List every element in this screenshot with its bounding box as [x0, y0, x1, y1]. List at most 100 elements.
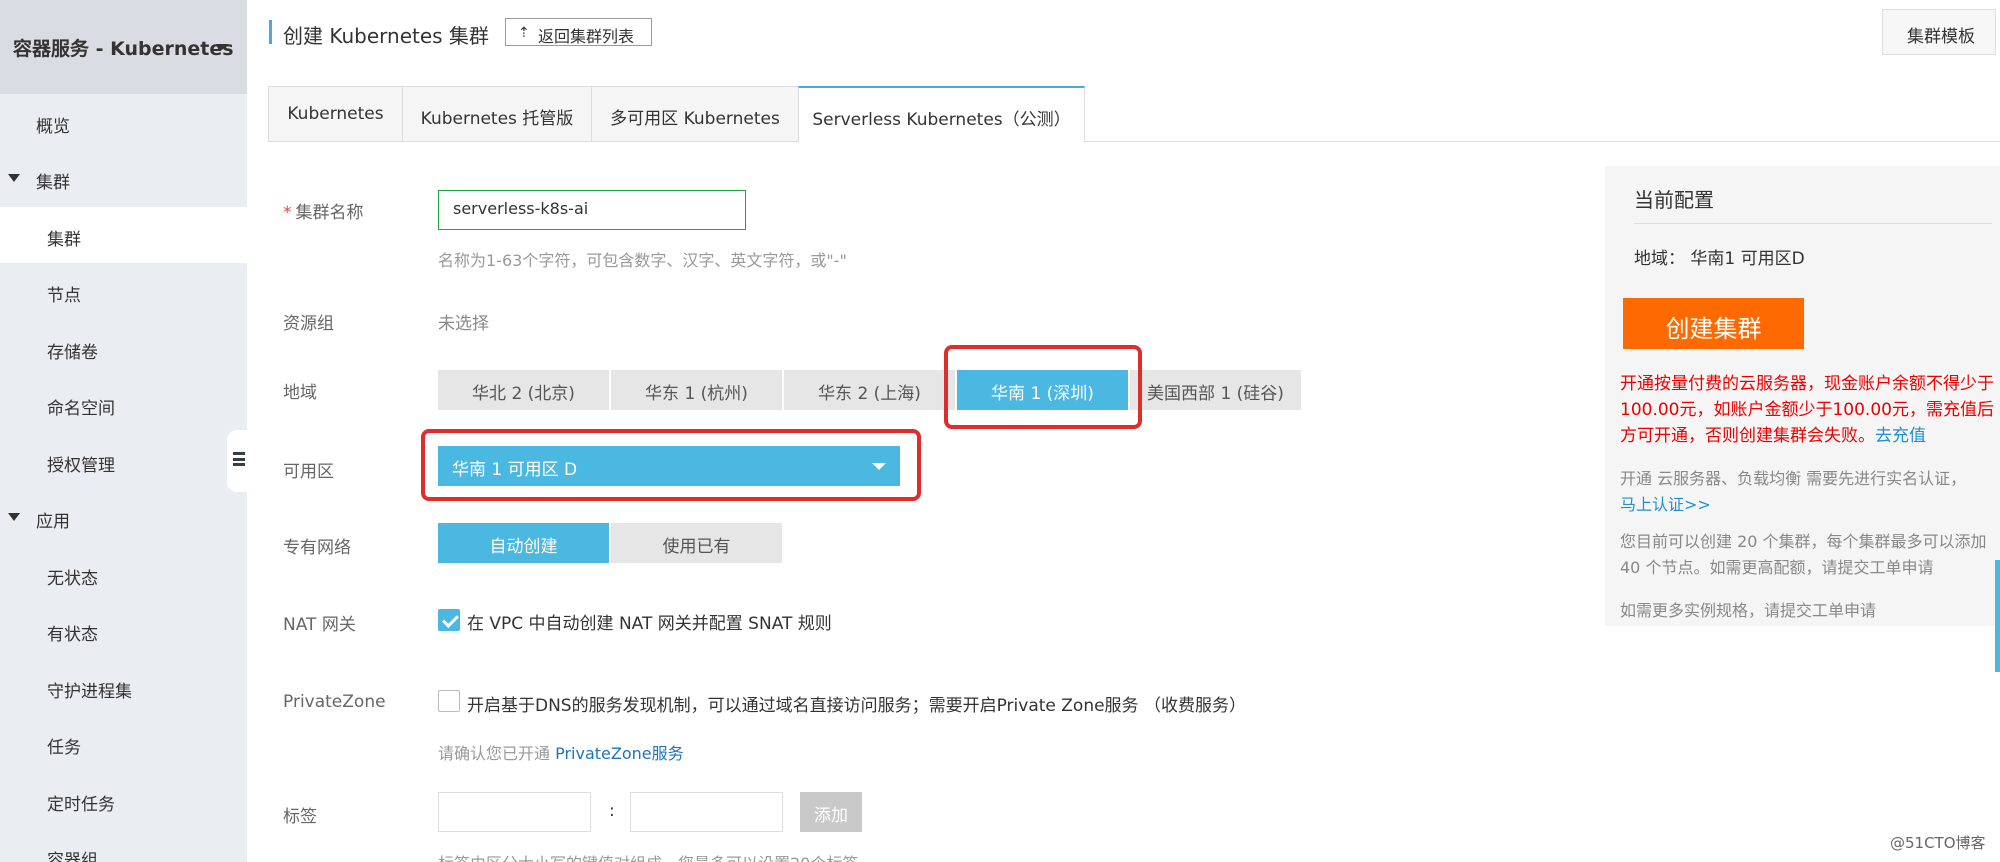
- sidebar-item-jobs[interactable]: 任务: [0, 715, 247, 771]
- vpc-option-label: 使用已有: [662, 537, 731, 557]
- cluster-name-hint: 名称为1-63个字符，可包含数字、汉字、英文字符，或"-": [438, 251, 847, 270]
- config-panel-title: 当前配置: [1634, 188, 1714, 212]
- config-region: 地域： 华南1 可用区D: [1634, 244, 1805, 269]
- create-cluster-button[interactable]: 创建集群: [1623, 298, 1804, 349]
- tag-value-input[interactable]: [630, 792, 783, 832]
- sidebar-collapse-handle[interactable]: [227, 430, 247, 492]
- sidebar-group-cluster[interactable]: 集群: [0, 150, 247, 206]
- sidebar-group-label: 集群: [36, 173, 70, 193]
- zone-label: 可用区: [283, 462, 334, 482]
- sidebar-item-label: 授权管理: [47, 456, 115, 476]
- tag-key-input[interactable]: [438, 792, 591, 832]
- upload-arrow-icon: ⇡: [518, 25, 530, 41]
- private-zone-confirm-text: 请确认您已开通: [438, 744, 551, 763]
- sidebar-item-label: 无状态: [47, 569, 98, 589]
- required-mark: *: [283, 203, 292, 223]
- nat-checkbox[interactable]: [438, 609, 460, 631]
- floating-help-tab[interactable]: [1995, 560, 2000, 672]
- template-button-label: 集群模板: [1907, 27, 1975, 47]
- region-option-label: 华北 2 (北京): [472, 384, 575, 404]
- cluster-name-label: * 集群名称: [283, 198, 364, 223]
- sidebar-item-statefulsets[interactable]: 有状态: [0, 602, 247, 658]
- private-zone-checkbox[interactable]: [438, 690, 460, 712]
- sidebar-group-apps[interactable]: 应用: [0, 489, 247, 545]
- vpc-label: 专有网络: [283, 538, 351, 558]
- cluster-name-input[interactable]: serverless-k8s-ai: [438, 190, 746, 230]
- region-option-label: 华东 1 (杭州): [645, 384, 748, 404]
- sidebar: 容器服务 - Kubernetes 概览 集群 集群 节点 存储卷 命名空间 授…: [0, 0, 247, 862]
- caret-down-icon: [8, 513, 20, 521]
- tab-label: 多可用区 Kubernetes: [610, 109, 780, 129]
- highlight-box-zone: [421, 429, 921, 501]
- config-region-label: 地域：: [1634, 249, 1685, 269]
- chevron-down-icon: [216, 44, 228, 50]
- vpc-auto-create-button[interactable]: 自动创建: [438, 523, 609, 563]
- sidebar-item-label: 概览: [36, 117, 70, 137]
- region-option-hangzhou[interactable]: 华东 1 (杭州): [611, 370, 782, 410]
- cluster-name-label-text: 集群名称: [295, 203, 364, 223]
- tab-serverless-kubernetes[interactable]: Serverless Kubernetes（公测）: [798, 86, 1085, 143]
- page-title: 创建 Kubernetes 集群: [283, 24, 489, 48]
- sidebar-item-clusters[interactable]: 集群: [0, 207, 247, 263]
- verify-note: 开通 云服务器、负载均衡 需要先进行实名认证， 马上认证>>: [1620, 466, 1998, 518]
- region-option-label: 美国西部 1 (硅谷): [1147, 384, 1284, 404]
- sidebar-item-label: 节点: [47, 286, 81, 306]
- create-cluster-label: 创建集群: [1665, 315, 1762, 343]
- sidebar-item-authorization[interactable]: 授权管理: [0, 433, 247, 489]
- sidebar-item-daemonsets[interactable]: 守护进程集: [0, 659, 247, 715]
- back-to-list-button[interactable]: ⇡ 返回集群列表: [505, 18, 652, 46]
- sidebar-title: 容器服务 - Kubernetes: [13, 38, 234, 60]
- sidebar-item-nodes[interactable]: 节点: [0, 263, 247, 319]
- sidebar-item-overview[interactable]: 概览: [0, 94, 247, 150]
- tab-label: Kubernetes 托管版: [420, 109, 574, 129]
- config-region-value: 华南1 可用区D: [1690, 249, 1805, 269]
- cluster-type-tabs: Kubernetes Kubernetes 托管版 多可用区 Kubernete…: [268, 86, 2000, 143]
- verify-note-text: 开通 云服务器、负载均衡 需要先进行实名认证，: [1620, 469, 1967, 488]
- sidebar-group-label: 应用: [36, 512, 70, 532]
- private-zone-label: PrivateZone: [283, 692, 386, 712]
- private-zone-service-link[interactable]: PrivateZone服务: [555, 744, 684, 763]
- tab-label: Kubernetes: [287, 104, 384, 124]
- balance-warning: 开通按量付费的云服务器，现金账户余额不得少于100.00元，如账户金额少于100…: [1620, 371, 1998, 449]
- recharge-link[interactable]: 去充值: [1875, 426, 1926, 446]
- vpc-option-label: 自动创建: [489, 537, 558, 557]
- balance-warning-text: 开通按量付费的云服务器，现金账户余额不得少于100.00元，如账户金额少于100…: [1620, 374, 1994, 446]
- region-option-silicon-valley[interactable]: 美国西部 1 (硅谷): [1130, 370, 1301, 410]
- watermark: @51CTO博客: [1890, 834, 1986, 852]
- sidebar-item-label: 守护进程集: [47, 682, 132, 702]
- sidebar-header[interactable]: 容器服务 - Kubernetes: [0, 0, 247, 94]
- tab-managed-kubernetes[interactable]: Kubernetes 托管版: [402, 86, 592, 142]
- region-option-beijing[interactable]: 华北 2 (北京): [438, 370, 609, 410]
- cluster-template-button[interactable]: 集群模板: [1882, 9, 1996, 55]
- resource-group-select[interactable]: 未选择: [438, 309, 489, 334]
- back-button-label: 返回集群列表: [538, 27, 635, 46]
- caret-down-icon: [8, 174, 20, 182]
- sidebar-item-namespaces[interactable]: 命名空间: [0, 376, 247, 432]
- sidebar-item-label: 定时任务: [47, 795, 115, 815]
- vpc-use-existing-button[interactable]: 使用已有: [611, 523, 782, 563]
- verify-link[interactable]: 马上认证>>: [1620, 495, 1711, 514]
- tags-label: 标签: [283, 807, 317, 827]
- sidebar-item-volumes[interactable]: 存储卷: [0, 320, 247, 376]
- sidebar-item-pods[interactable]: 容器组: [0, 828, 247, 862]
- region-option-shanghai[interactable]: 华东 2 (上海): [784, 370, 955, 410]
- tab-multi-zone-kubernetes[interactable]: 多可用区 Kubernetes: [591, 86, 799, 142]
- nat-label: NAT 网关: [283, 615, 356, 635]
- region-option-label: 华东 2 (上海): [818, 384, 921, 404]
- sidebar-item-deployments[interactable]: 无状态: [0, 546, 247, 602]
- config-divider: [1634, 223, 1992, 224]
- region-label: 地域: [283, 383, 317, 403]
- spec-note: 如需更多实例规格，请提交工单申请: [1620, 601, 1877, 620]
- tab-label: Serverless Kubernetes（公测）: [812, 110, 1071, 130]
- sidebar-item-label: 集群: [47, 230, 81, 250]
- tag-add-button[interactable]: 添加: [800, 792, 862, 832]
- private-zone-checkbox-label: 开启基于DNS的服务发现机制，可以通过域名直接访问服务；需要开启Private …: [467, 696, 1246, 716]
- sidebar-item-label: 有状态: [47, 625, 98, 645]
- tag-add-label: 添加: [814, 806, 848, 826]
- tab-kubernetes[interactable]: Kubernetes: [268, 86, 403, 142]
- tag-separator: :: [609, 801, 615, 821]
- private-zone-confirm-note: 请确认您已开通 PrivateZone服务: [438, 740, 684, 764]
- sidebar-item-cronjobs[interactable]: 定时任务: [0, 772, 247, 828]
- resource-group-label: 资源组: [283, 314, 334, 334]
- tags-hint: 标签由区分大小写的键值对组成，您最多可以设置20个标签: [438, 850, 858, 862]
